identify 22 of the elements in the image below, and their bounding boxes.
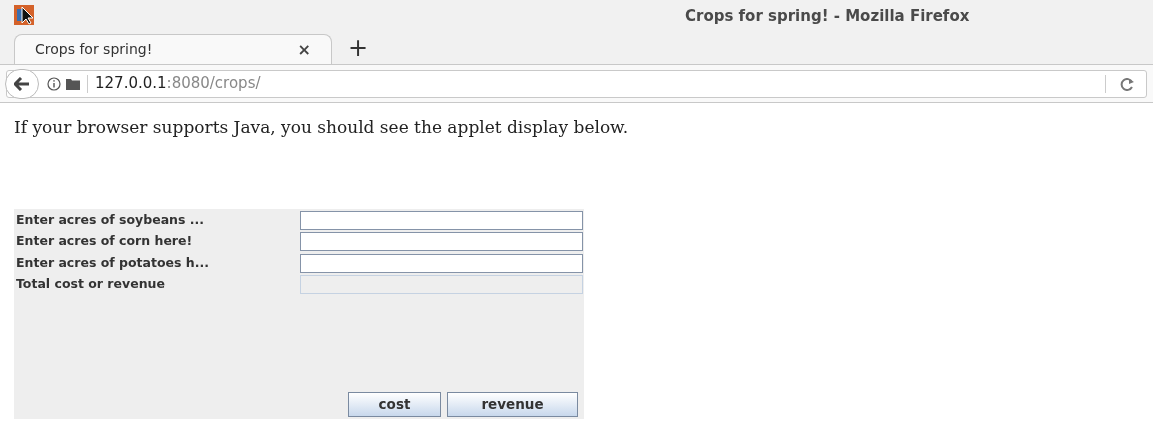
close-tab-button[interactable]: × <box>297 37 311 62</box>
input-field[interactable] <box>300 232 583 252</box>
info-icon <box>47 76 61 91</box>
field-label: Enter acres of soybeans ... <box>15 210 206 229</box>
input-field[interactable] <box>300 210 583 230</box>
cost-button[interactable]: cost <box>348 391 441 417</box>
field-label: Enter acres of corn here! <box>15 232 194 251</box>
back-button[interactable] <box>5 68 39 99</box>
folder-icon <box>66 77 80 90</box>
reload-icon[interactable] <box>1120 77 1134 91</box>
back-arrow-icon <box>14 76 30 91</box>
url-text: 127.0.0.1:8080/crops/ <box>95 73 261 95</box>
new-tab-button[interactable]: + <box>348 34 369 62</box>
browser-tab[interactable]: Crops for spring! × <box>14 34 332 64</box>
window-title: Crops for spring! - Mozilla Firefox <box>685 6 970 27</box>
revenue-button[interactable]: revenue <box>447 391 578 417</box>
page-text: If your browser supports Java, you should see the applet display below. <box>14 116 630 139</box>
address-bar[interactable]: 127.0.0.1:8080/crops/ <box>6 69 1147 98</box>
app-icon <box>14 5 34 25</box>
field-label: Total cost or revenue <box>15 275 166 294</box>
input-field[interactable] <box>300 253 583 273</box>
field-label: Enter acres of potatoes h... <box>15 253 210 272</box>
